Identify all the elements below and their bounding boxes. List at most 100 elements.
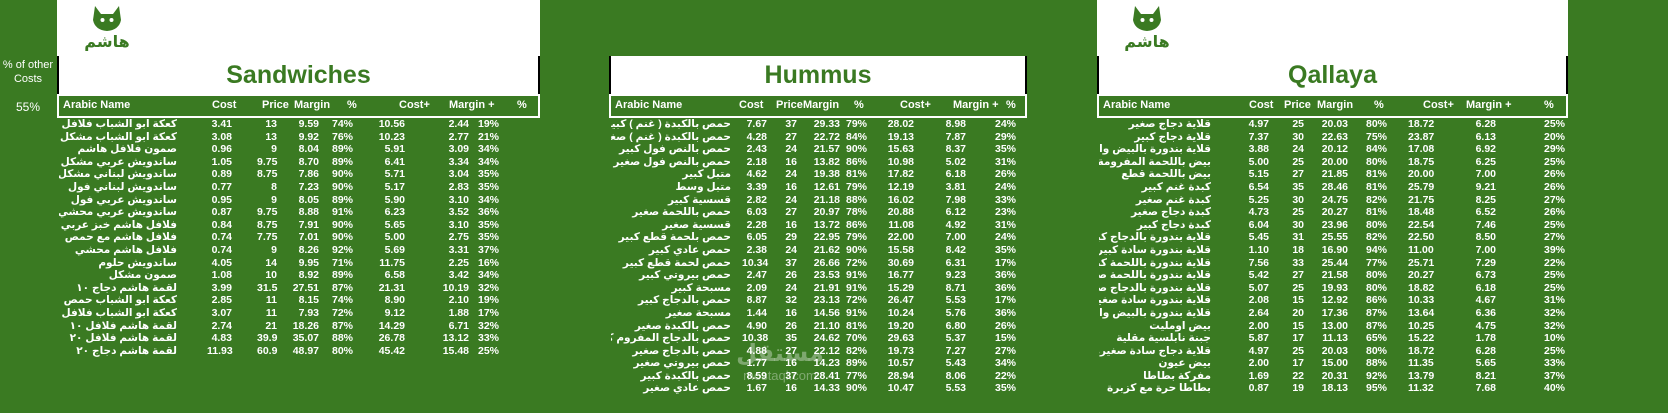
cell-value[interactable]: 20.27 (1408, 269, 1434, 281)
cell-value[interactable]: 21.57 (809, 143, 840, 155)
cell-arabic-name[interactable]: حمص بالنص فول صغير (611, 156, 731, 168)
cell-value[interactable]: 2.10 (427, 294, 469, 306)
cell-arabic-name[interactable]: فلافل هاشم محشي (59, 244, 177, 256)
cell-value[interactable]: 16 (777, 156, 797, 168)
cell-value[interactable]: 17% (471, 307, 499, 319)
cell-value[interactable]: 25.71 (1408, 257, 1434, 269)
column-header[interactable]: % (854, 99, 864, 111)
cell-value[interactable]: 18.82 (1408, 282, 1434, 294)
cell-value[interactable]: 3.39 (742, 181, 767, 193)
cell-value[interactable]: 2.09 (742, 282, 767, 294)
column-header[interactable]: Margin + (1466, 99, 1512, 111)
cell-value[interactable]: 39.9 (257, 332, 277, 344)
cell-value[interactable]: 4.97 (1242, 118, 1269, 130)
cell-value[interactable]: 2.64 (1242, 307, 1269, 319)
cell-value[interactable]: 7.01 (289, 231, 319, 243)
cell-value[interactable]: 89% (332, 194, 353, 206)
cell-arabic-name[interactable]: قسسية صغير (611, 219, 731, 231)
cell-value[interactable]: 21.58 (1318, 269, 1348, 281)
cell-value[interactable]: 3.31 (427, 244, 469, 256)
cell-value[interactable]: 6.71 (427, 320, 469, 332)
cell-value[interactable]: 27% (1540, 194, 1565, 206)
cell-value[interactable]: 1.08 (207, 269, 232, 281)
cell-value[interactable]: 18.72 (1408, 345, 1434, 357)
cell-value[interactable]: 80% (1366, 282, 1387, 294)
cell-value[interactable]: 2.77 (427, 131, 469, 143)
cell-value[interactable]: 21.31 (375, 282, 405, 294)
cell-value[interactable]: 26% (1540, 181, 1565, 193)
cell-arabic-name[interactable]: حمص عادي صغير (611, 382, 731, 394)
column-header[interactable]: Cost (739, 99, 763, 111)
cell-value[interactable]: 27 (777, 206, 797, 218)
cell-value[interactable]: 30 (1284, 194, 1304, 206)
cell-value[interactable]: 91% (846, 269, 867, 281)
cell-value[interactable]: 12.61 (809, 181, 840, 193)
cell-value[interactable]: 77% (1366, 257, 1387, 269)
cell-arabic-name[interactable]: قلاية دجاج كبير (1099, 131, 1211, 143)
cell-value[interactable]: 9.75 (257, 206, 277, 218)
column-header[interactable]: Margin (803, 99, 839, 111)
cell-value[interactable]: 25 (1284, 345, 1304, 357)
cell-value[interactable]: 10.47 (884, 382, 914, 394)
cell-value[interactable]: 26 (777, 269, 797, 281)
cell-value[interactable]: 39% (1540, 244, 1565, 256)
cell-value[interactable]: 22% (991, 370, 1016, 382)
cell-value[interactable]: 7.93 (289, 307, 319, 319)
cell-value[interactable]: 8.26 (289, 244, 319, 256)
column-header[interactable]: Cost (1249, 99, 1273, 111)
cell-value[interactable]: 84% (1366, 143, 1387, 155)
cell-value[interactable]: 18 (1284, 244, 1304, 256)
cell-value[interactable]: 79% (846, 231, 867, 243)
cell-value[interactable]: 4.28 (742, 131, 767, 143)
cell-value[interactable]: 15.22 (1408, 332, 1434, 344)
cell-value[interactable]: 48.97 (289, 345, 319, 357)
column-header[interactable]: % (1374, 99, 1384, 111)
cell-value[interactable]: 15.48 (427, 345, 469, 357)
column-header[interactable]: Arabic Name (1103, 99, 1170, 111)
cell-value[interactable]: 79% (846, 118, 867, 130)
cell-arabic-name[interactable]: كعكة ابو الشباب فلافل محشي (59, 307, 177, 319)
cell-value[interactable]: 19.20 (884, 320, 914, 332)
cell-value[interactable]: 5.65 (375, 219, 405, 231)
cell-value[interactable]: 26% (1540, 168, 1565, 180)
cell-value[interactable]: 26.47 (884, 294, 914, 306)
column-header[interactable]: % (347, 99, 357, 111)
cell-value[interactable]: 6.23 (375, 206, 405, 218)
cell-value[interactable]: 6.92 (1444, 143, 1496, 155)
cell-value[interactable]: 25 (1284, 118, 1304, 130)
cell-value[interactable]: 9 (257, 194, 277, 206)
cell-value[interactable]: 9 (257, 244, 277, 256)
cell-arabic-name[interactable]: قلاية دجاج صغير (1099, 118, 1211, 130)
cell-value[interactable]: 7.23 (289, 181, 319, 193)
cell-value[interactable]: 31 (1284, 231, 1304, 243)
cell-arabic-name[interactable]: لقمة هاشم فلافل ١٠ (59, 320, 177, 332)
cell-value[interactable]: 13.72 (809, 219, 840, 231)
cell-value[interactable]: 86% (1366, 294, 1387, 306)
cell-value[interactable]: 13.64 (1408, 307, 1434, 319)
column-header[interactable]: Price (776, 99, 803, 111)
cell-value[interactable]: 23.13 (809, 294, 840, 306)
cell-value[interactable]: 2.08 (1242, 294, 1269, 306)
cell-arabic-name[interactable]: فلافل هاشم خبز عربي (59, 219, 177, 231)
cell-value[interactable]: 6.28 (1444, 345, 1496, 357)
cell-value[interactable]: 37 (777, 118, 797, 130)
cell-value[interactable]: 35% (991, 382, 1016, 394)
cell-arabic-name[interactable]: كبدة دجاج كبير (1099, 219, 1211, 231)
cell-value[interactable]: 80% (1366, 269, 1387, 281)
cell-value[interactable]: 33% (991, 194, 1016, 206)
cell-value[interactable]: 87% (1366, 320, 1387, 332)
cell-value[interactable]: 6.12 (926, 206, 966, 218)
cell-value[interactable]: 91% (332, 206, 353, 218)
cell-value[interactable]: 10 (257, 269, 277, 281)
cell-value[interactable]: 74% (332, 118, 353, 130)
cell-value[interactable]: 21% (471, 131, 499, 143)
cell-value[interactable]: 16 (777, 219, 797, 231)
cell-value[interactable]: 80% (1366, 219, 1387, 231)
cell-value[interactable]: 19% (471, 118, 499, 130)
cell-value[interactable]: 2.85 (207, 294, 232, 306)
cell-value[interactable]: 10.56 (375, 118, 405, 130)
cell-value[interactable]: 7.27 (926, 345, 966, 357)
cell-arabic-name[interactable]: بيض باللحمة قطع (1099, 168, 1211, 180)
cell-value[interactable]: 15 (1284, 320, 1304, 332)
cell-value[interactable]: 1.78 (1444, 332, 1496, 344)
